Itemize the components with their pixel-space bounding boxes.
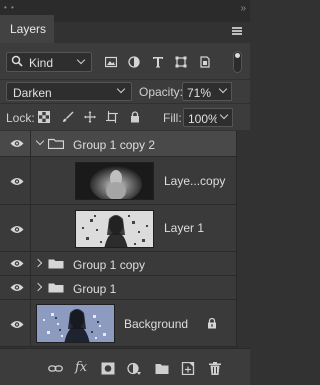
layer-row-background[interactable]: Background [0,300,236,347]
search-icon [11,55,23,67]
filter-toggle-switch[interactable] [233,51,242,73]
layer-lock-icon [208,318,216,329]
layer-row-group-1-copy[interactable]: Group 1 copy [0,252,236,276]
layer-thumbnail [75,210,154,248]
delete-layer-icon[interactable] [208,362,222,375]
visibility-column-divider [30,252,31,275]
chevron-down-icon [219,110,229,120]
fill-value: 100% [188,112,219,126]
lock-transparent-pixels-icon[interactable] [38,111,50,123]
visibility-column-divider [30,157,31,204]
chevron-down-icon [218,84,228,94]
visibility-eye-icon[interactable] [10,225,24,234]
visibility-column-divider [30,276,31,299]
lock-label: Lock: [6,111,35,125]
lock-row: Lock: Fill: 100% [0,103,250,130]
type-filter-icon[interactable] [152,56,164,68]
blend-row: Darken Opacity: 71% [0,79,250,103]
blend-mode-select[interactable]: Darken [6,82,132,101]
link-layers-icon[interactable] [48,362,63,375]
panel-menu-icon[interactable] [232,27,242,35]
layers-action-bar: fx [0,348,250,385]
tab-layers-label: Layers [10,22,47,36]
layer-name: Group 1 copy [73,258,146,272]
visibility-column-divider [30,131,31,156]
kind-filter-value: Kind [29,56,54,70]
fill-dropdown-button[interactable] [217,108,233,127]
smart-object-filter-icon[interactable] [199,56,211,68]
layer-name: Group 1 [73,282,117,296]
layer-thumbnail [36,304,115,343]
layer-name: Laye...copy [164,174,226,188]
layers-scrollbar[interactable] [236,131,250,348]
layer-name: Layer 1 [164,221,205,235]
layer-row-group-1[interactable]: Group 1 [0,276,236,300]
chevron-down-icon [116,84,126,94]
lock-position-icon[interactable] [84,111,96,123]
visibility-eye-icon[interactable] [10,139,24,148]
image-filter-icon[interactable] [105,56,117,68]
blend-mode-value: Darken [13,86,52,100]
visibility-eye-icon[interactable] [10,259,24,268]
layer-row-layer-1[interactable]: Layer 1 [0,205,236,252]
panel-grip-icon[interactable]: • • [4,3,15,12]
layers-list: Group 1 copy 2 Laye...copy Layer 1 Group… [0,131,250,348]
group-collapsed-chevron-icon[interactable] [33,282,43,292]
layer-filter-row: Kind [0,43,250,79]
opacity-dropdown-button[interactable] [216,82,232,101]
layer-row-laye-copy[interactable]: Laye...copy [0,157,236,205]
panel-collapse-icon[interactable]: » [240,3,246,14]
visibility-column-divider [30,300,31,346]
visibility-eye-icon[interactable] [10,177,24,186]
kind-filter-select[interactable]: Kind [6,52,92,72]
folder-icon [48,283,64,293]
lock-artboard-icon[interactable] [106,111,118,123]
opacity-label: Opacity: [139,85,184,99]
chevron-down-icon [76,55,86,65]
layer-row-group-1-copy-2[interactable]: Group 1 copy 2 [0,131,236,157]
fill-label: Fill: [163,111,182,125]
new-group-icon[interactable] [155,362,169,375]
add-layer-style-button[interactable]: fx [75,360,87,375]
visibility-column-divider [30,205,31,251]
layer-thumbnail [75,162,154,200]
add-mask-icon[interactable] [101,362,115,375]
new-layer-icon[interactable] [181,362,195,375]
lock-all-icon[interactable] [129,111,141,123]
visibility-eye-icon[interactable] [10,283,24,292]
lock-image-pixels-icon[interactable] [62,111,74,123]
visibility-eye-icon[interactable] [10,320,24,329]
opacity-value: 71% [187,86,212,100]
folder-icon [48,259,64,269]
adjustment-filter-icon[interactable] [128,56,140,68]
layer-name: Background [124,317,189,331]
layer-name: Group 1 copy 2 [73,138,156,152]
group-collapsed-chevron-icon[interactable] [33,258,43,268]
shape-filter-icon[interactable] [175,56,187,68]
new-adjustment-layer-icon[interactable] [127,362,141,375]
folder-icon [48,138,64,149]
group-expanded-chevron-icon[interactable] [35,136,45,146]
